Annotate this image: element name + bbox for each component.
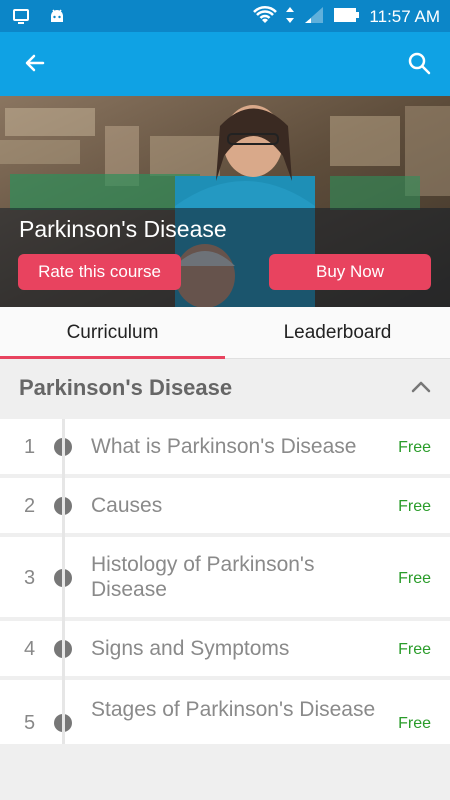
lesson-timeline: [62, 419, 65, 744]
rate-course-button[interactable]: Rate this course: [18, 254, 181, 290]
lesson-number: 1: [24, 436, 36, 458]
signal-icon: [303, 5, 325, 29]
course-hero: Parkinson's Disease Rate this course Buy…: [0, 96, 450, 307]
lesson-title: What is Parkinson's Disease: [91, 435, 357, 458]
back-button[interactable]: [20, 50, 50, 80]
course-title: Parkinson's Disease: [19, 216, 227, 242]
lesson-title: Histology of Parkinson's Disease: [91, 553, 315, 601]
list-item[interactable]: 1 What is Parkinson's Disease Free: [0, 419, 450, 474]
tab-curriculum[interactable]: Curriculum: [0, 307, 225, 359]
lesson-number: 3: [24, 567, 36, 589]
section-header[interactable]: Parkinson's Disease: [0, 359, 450, 419]
lesson-price: Free: [398, 715, 431, 732]
battery-icon: [333, 6, 361, 28]
lesson-price: Free: [398, 439, 431, 456]
lesson-title: Signs and Symptoms: [91, 637, 290, 660]
wifi-icon: [253, 5, 278, 29]
android-icon: [48, 7, 66, 29]
lesson-title: Causes: [91, 494, 163, 517]
list-item[interactable]: 4 Signs and Symptoms Free: [0, 621, 450, 676]
tab-leaderboard[interactable]: Leaderboard: [225, 307, 450, 359]
buy-now-button[interactable]: Buy Now: [269, 254, 431, 290]
list-item[interactable]: 3 Histology of Parkinson's Disease Free: [0, 537, 450, 617]
lesson-number: 4: [24, 638, 36, 660]
tab-bar: Curriculum Leaderboard: [0, 307, 450, 359]
section-title: Parkinson's Disease: [19, 375, 233, 400]
status-bar: 11:57 AM: [0, 0, 450, 32]
search-button[interactable]: [404, 50, 434, 80]
app-bar: [0, 32, 450, 96]
status-time: 11:57 AM: [369, 7, 440, 26]
data-transfer-icon: [285, 5, 295, 29]
chevron-up-icon[interactable]: [410, 379, 432, 395]
lesson-number: 5: [24, 712, 36, 734]
list-item[interactable]: 5 Stages of Parkinson's Disease Free: [0, 680, 450, 744]
lesson-list: 1 What is Parkinson's Disease Free 2 Cau…: [0, 419, 450, 744]
arrow-left-icon: [23, 51, 47, 79]
list-item[interactable]: 2 Causes Free: [0, 478, 450, 533]
lesson-price: Free: [398, 641, 431, 658]
lesson-price: Free: [398, 498, 431, 515]
lesson-title: Stages of Parkinson's Disease: [91, 698, 376, 721]
lesson-number: 2: [24, 495, 36, 517]
lesson-price: Free: [398, 570, 431, 587]
search-icon: [407, 51, 431, 79]
screen-cast-icon: [12, 7, 30, 29]
